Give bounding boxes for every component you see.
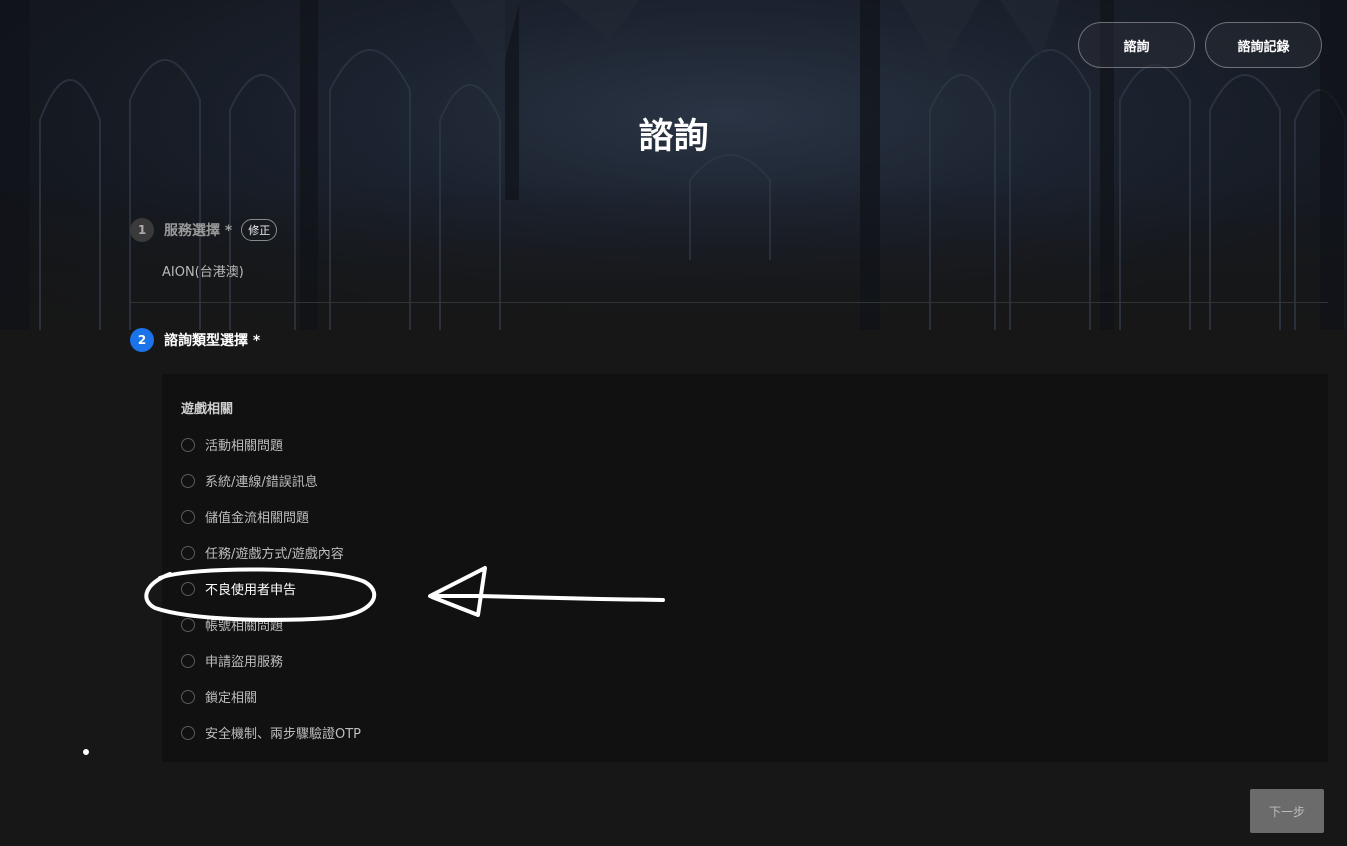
edit-button[interactable]: 修正: [241, 219, 278, 241]
radio-option-label: 活動相關問題: [205, 439, 284, 454]
radio-option[interactable]: 活動相關問題: [181, 435, 283, 454]
indicator-dot: [83, 749, 89, 755]
radio-button[interactable]: [181, 653, 195, 668]
radio-option[interactable]: 儲值金流相關問題: [181, 507, 309, 526]
radio-option-label: 不良使用者申告: [205, 583, 297, 598]
radio-option[interactable]: 任務/遊戲方式/遊戲內容: [181, 543, 344, 562]
radio-button[interactable]: [181, 617, 195, 632]
step-number-badge: 2: [130, 328, 154, 352]
page-title: 諮詢: [638, 117, 709, 157]
selected-service-value: AION(台港澳): [162, 265, 244, 280]
radio-option-label: 儲值金流相關問題: [205, 511, 310, 526]
radio-button[interactable]: [181, 581, 195, 596]
inquiry-history-button[interactable]: 諮詢記錄: [1205, 22, 1322, 68]
radio-option[interactable]: 帳號相關問題: [181, 615, 283, 634]
radio-option-label: 申請盜用服務: [205, 655, 284, 670]
step-title: 諮詢類型選擇 *: [164, 333, 261, 349]
radio-option-label: 鎖定相關: [205, 691, 258, 706]
inquiry-type-panel: 遊戲相關 活動相關問題 系統/連線/錯誤訊息 儲值金流相關問題 任務/遊戲方式/…: [162, 374, 1328, 762]
radio-button[interactable]: [181, 689, 195, 704]
radio-option[interactable]: 申請盜用服務: [181, 651, 283, 670]
radio-button[interactable]: [181, 473, 195, 488]
step-service-selection: 1 服務選擇 * 修正: [130, 218, 278, 242]
step-title: 服務選擇 *: [164, 223, 233, 239]
radio-button[interactable]: [181, 545, 195, 560]
radio-option-label: 帳號相關問題: [205, 619, 284, 634]
group-title: 遊戲相關: [181, 402, 234, 417]
radio-option-label: 安全機制、兩步驟驗證OTP: [205, 727, 362, 742]
section-divider: [130, 302, 1328, 303]
radio-option[interactable]: 不良使用者申告: [181, 579, 296, 598]
radio-option-label: 任務/遊戲方式/遊戲內容: [205, 547, 344, 562]
inquiry-button[interactable]: 諮詢: [1078, 22, 1195, 68]
radio-button[interactable]: [181, 509, 195, 524]
step-inquiry-type-selection: 2 諮詢類型選擇 *: [130, 328, 260, 352]
radio-option-label: 系統/連線/錯誤訊息: [205, 475, 318, 490]
radio-button[interactable]: [181, 437, 195, 452]
next-step-button[interactable]: 下一步: [1250, 789, 1324, 833]
step-number-badge: 1: [130, 218, 154, 242]
radio-option[interactable]: 鎖定相關: [181, 687, 257, 706]
radio-button[interactable]: [181, 725, 195, 740]
inquiry-page: 諮詢 諮詢記錄 諮詢 1 服務選擇 * 修正 AION(台港澳) 2 諮詢類型選…: [0, 0, 1347, 846]
radio-option[interactable]: 安全機制、兩步驟驗證OTP: [181, 723, 361, 742]
radio-option[interactable]: 系統/連線/錯誤訊息: [181, 471, 318, 490]
